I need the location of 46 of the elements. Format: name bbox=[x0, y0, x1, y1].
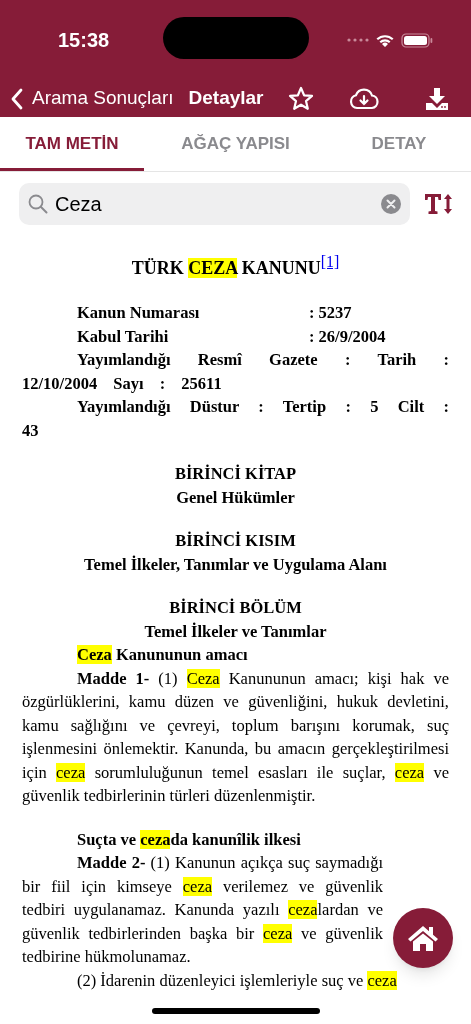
search-input[interactable]: Ceza bbox=[55, 189, 381, 219]
section-heading: Temel İlkeler ve Tanımlar bbox=[143, 620, 328, 643]
article-text: (2) İdarenin düzenleyici işlemleriyle suç ve ceza bbox=[76, 969, 398, 992]
back-button[interactable]: Arama Sonuçları bbox=[10, 84, 174, 113]
search-highlight: Ceza bbox=[77, 645, 112, 664]
section-heading: BİRİNCİ BÖLÜM bbox=[168, 597, 303, 619]
search-highlight: ceza bbox=[367, 970, 397, 990]
article-text: Madde 1- (1) Ceza Kanununun amacı; kişi hak ve özgürlüklerini, kamu düzen ve güvenliğini, hukuk devletini, kamu sağlığını ve çevreyi, toplum barışını korumak, suç işlenmesini önlemektir. Kanunda, bu amacın gerçekleştirilmesi için ceza sorumluluğunun temel esasları ile suçlar, ceza ve güvenlik tedbirlerinin türleri düzenlenmiştir. bbox=[22, 667, 449, 807]
search-highlight: ceza bbox=[182, 876, 213, 896]
field-value: : 5237 bbox=[309, 302, 352, 324]
wifi-icon bbox=[375, 32, 395, 48]
text-size-icon[interactable] bbox=[424, 193, 453, 215]
favorite-button[interactable] bbox=[287, 86, 314, 111]
article-title: Ceza Kanununun amacı bbox=[76, 644, 249, 666]
footnote-link[interactable]: [1] bbox=[320, 253, 340, 270]
cloud-download-button[interactable] bbox=[348, 87, 379, 110]
search-highlight: ceza bbox=[140, 829, 171, 849]
section-heading: Genel Hükümler bbox=[175, 486, 296, 509]
field-label: Kanun Numarası bbox=[77, 302, 201, 324]
field-label: Kabul Tarihi bbox=[77, 325, 170, 348]
search-field[interactable]: Ceza bbox=[19, 183, 410, 225]
search-highlight: ceza bbox=[56, 762, 86, 782]
page-title: Detaylar bbox=[188, 86, 264, 111]
chevron-left-icon bbox=[10, 87, 24, 110]
home-icon bbox=[407, 924, 439, 952]
status-time: 15:38 bbox=[58, 28, 110, 53]
search-highlight: Ceza bbox=[186, 668, 220, 688]
metadata-text: Yayımlandığı Resmî Gazete : Tarih : 12/10/2004 Sayı : 25611 bbox=[22, 349, 449, 395]
search-icon bbox=[28, 194, 48, 214]
signal-icon bbox=[347, 38, 369, 42]
download-icon bbox=[425, 86, 449, 111]
clear-icon[interactable] bbox=[381, 194, 401, 214]
star-icon bbox=[287, 86, 314, 111]
search-highlight: ceza bbox=[394, 762, 425, 782]
section-heading: BİRİNCİ KİTAP bbox=[173, 463, 298, 485]
battery-icon bbox=[401, 32, 433, 48]
tab[interactable]: TAM METİN bbox=[0, 117, 144, 171]
section-heading: BİRİNCİ KISIM bbox=[174, 530, 297, 552]
field-value: : 26/9/2004 bbox=[309, 325, 386, 348]
section-heading: Temel İlkeler, Tanımlar ve Uygulama Alanı bbox=[83, 553, 388, 576]
cloud-download-icon bbox=[348, 87, 379, 110]
download-button[interactable] bbox=[425, 86, 449, 111]
search-highlight: ceza bbox=[263, 923, 293, 943]
home-button[interactable] bbox=[393, 908, 453, 968]
metadata-text: Yayımlandığı Düstur : Tertip : 5 Cilt : 43 bbox=[22, 396, 449, 442]
article-title: Suçta ve cezada kanunîlik ilkesi bbox=[76, 828, 302, 851]
